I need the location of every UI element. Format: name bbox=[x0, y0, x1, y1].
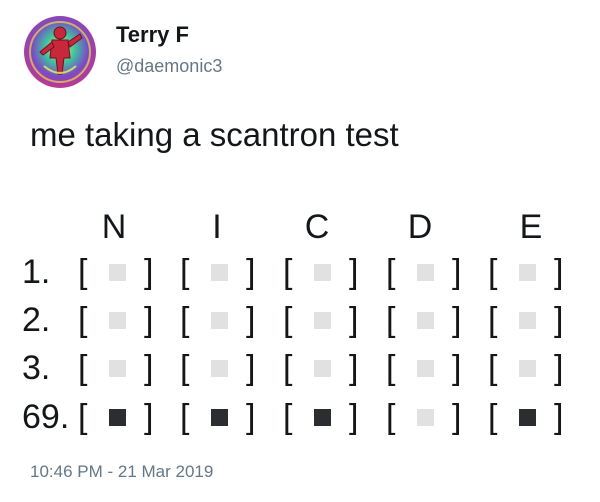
column-header-d: D bbox=[407, 208, 433, 246]
answer-bubble-e: [] bbox=[488, 300, 576, 340]
empty-box bbox=[109, 264, 126, 281]
left-bracket: [ bbox=[180, 349, 190, 387]
right-bracket: ] bbox=[246, 301, 256, 339]
row-label: 69. bbox=[22, 398, 70, 436]
right-bracket: ] bbox=[452, 301, 462, 339]
empty-box bbox=[314, 264, 331, 281]
right-bracket: ] bbox=[452, 253, 462, 291]
right-bracket: ] bbox=[349, 253, 359, 291]
answer-bubble-d: [] bbox=[386, 252, 474, 292]
empty-box bbox=[211, 360, 228, 377]
empty-box bbox=[519, 360, 536, 377]
left-bracket: [ bbox=[283, 301, 293, 339]
answer-bubble-d: [] bbox=[386, 300, 474, 340]
answer-bubble-d: [] bbox=[386, 397, 474, 437]
left-bracket: [ bbox=[78, 301, 88, 339]
answer-bubble-c: [] bbox=[283, 252, 371, 292]
right-bracket: ] bbox=[144, 349, 154, 387]
right-bracket: ] bbox=[554, 398, 564, 436]
right-bracket: ] bbox=[349, 349, 359, 387]
column-header-n: N bbox=[101, 208, 127, 246]
right-bracket: ] bbox=[144, 301, 154, 339]
answer-bubble-c: [] bbox=[283, 397, 371, 437]
answer-bubble-n: [] bbox=[78, 252, 166, 292]
answer-bubble-i: [] bbox=[180, 252, 268, 292]
left-bracket: [ bbox=[180, 301, 190, 339]
filled-box bbox=[109, 409, 126, 426]
answer-bubble-n: [] bbox=[78, 348, 166, 388]
left-bracket: [ bbox=[386, 349, 396, 387]
left-bracket: [ bbox=[488, 398, 498, 436]
row-label: 1. bbox=[22, 253, 51, 291]
answer-bubble-e: [] bbox=[488, 348, 576, 388]
answer-bubble-e: [] bbox=[488, 252, 576, 292]
empty-box bbox=[417, 312, 434, 329]
left-bracket: [ bbox=[386, 253, 396, 291]
right-bracket: ] bbox=[554, 253, 564, 291]
empty-box bbox=[314, 360, 331, 377]
right-bracket: ] bbox=[246, 349, 256, 387]
left-bracket: [ bbox=[386, 301, 396, 339]
left-bracket: [ bbox=[180, 398, 190, 436]
empty-box bbox=[109, 312, 126, 329]
empty-box bbox=[519, 264, 536, 281]
tweet-timestamp[interactable]: 10:46 PM - 21 Mar 2019 bbox=[30, 461, 213, 483]
right-bracket: ] bbox=[144, 398, 154, 436]
answer-bubble-d: [] bbox=[386, 348, 474, 388]
right-bracket: ] bbox=[452, 349, 462, 387]
scantron-grid: N I C D E 1.[][][][][] 2.[][][][][] 3.[][][][][… bbox=[0, 0, 600, 502]
empty-box bbox=[417, 409, 434, 426]
empty-box bbox=[211, 264, 228, 281]
answer-bubble-n: [] bbox=[78, 397, 166, 437]
right-bracket: ] bbox=[246, 253, 256, 291]
answer-bubble-i: [] bbox=[180, 300, 268, 340]
left-bracket: [ bbox=[283, 349, 293, 387]
answer-bubble-i: [] bbox=[180, 348, 268, 388]
empty-box bbox=[211, 312, 228, 329]
empty-box bbox=[417, 264, 434, 281]
left-bracket: [ bbox=[180, 253, 190, 291]
empty-box bbox=[314, 312, 331, 329]
tweet: Terry F @daemonic3 me taking a scantron … bbox=[0, 0, 600, 502]
empty-box bbox=[109, 360, 126, 377]
row-label: 2. bbox=[22, 301, 51, 339]
filled-box bbox=[314, 409, 331, 426]
left-bracket: [ bbox=[78, 349, 88, 387]
answer-bubble-e: [] bbox=[488, 397, 576, 437]
right-bracket: ] bbox=[452, 398, 462, 436]
right-bracket: ] bbox=[554, 301, 564, 339]
left-bracket: [ bbox=[488, 253, 498, 291]
left-bracket: [ bbox=[488, 349, 498, 387]
right-bracket: ] bbox=[554, 349, 564, 387]
answer-bubble-c: [] bbox=[283, 348, 371, 388]
empty-box bbox=[519, 312, 536, 329]
filled-box bbox=[211, 409, 228, 426]
empty-box bbox=[417, 360, 434, 377]
left-bracket: [ bbox=[488, 301, 498, 339]
right-bracket: ] bbox=[246, 398, 256, 436]
left-bracket: [ bbox=[386, 398, 396, 436]
right-bracket: ] bbox=[144, 253, 154, 291]
right-bracket: ] bbox=[349, 301, 359, 339]
left-bracket: [ bbox=[78, 253, 88, 291]
answer-bubble-i: [] bbox=[180, 397, 268, 437]
left-bracket: [ bbox=[78, 398, 88, 436]
right-bracket: ] bbox=[349, 398, 359, 436]
left-bracket: [ bbox=[283, 253, 293, 291]
column-header-i: I bbox=[212, 208, 222, 246]
answer-bubble-n: [] bbox=[78, 300, 166, 340]
column-header-c: C bbox=[304, 208, 330, 246]
left-bracket: [ bbox=[283, 398, 293, 436]
row-label: 3. bbox=[22, 349, 51, 387]
filled-box bbox=[519, 409, 536, 426]
column-header-e: E bbox=[519, 208, 543, 246]
answer-bubble-c: [] bbox=[283, 300, 371, 340]
